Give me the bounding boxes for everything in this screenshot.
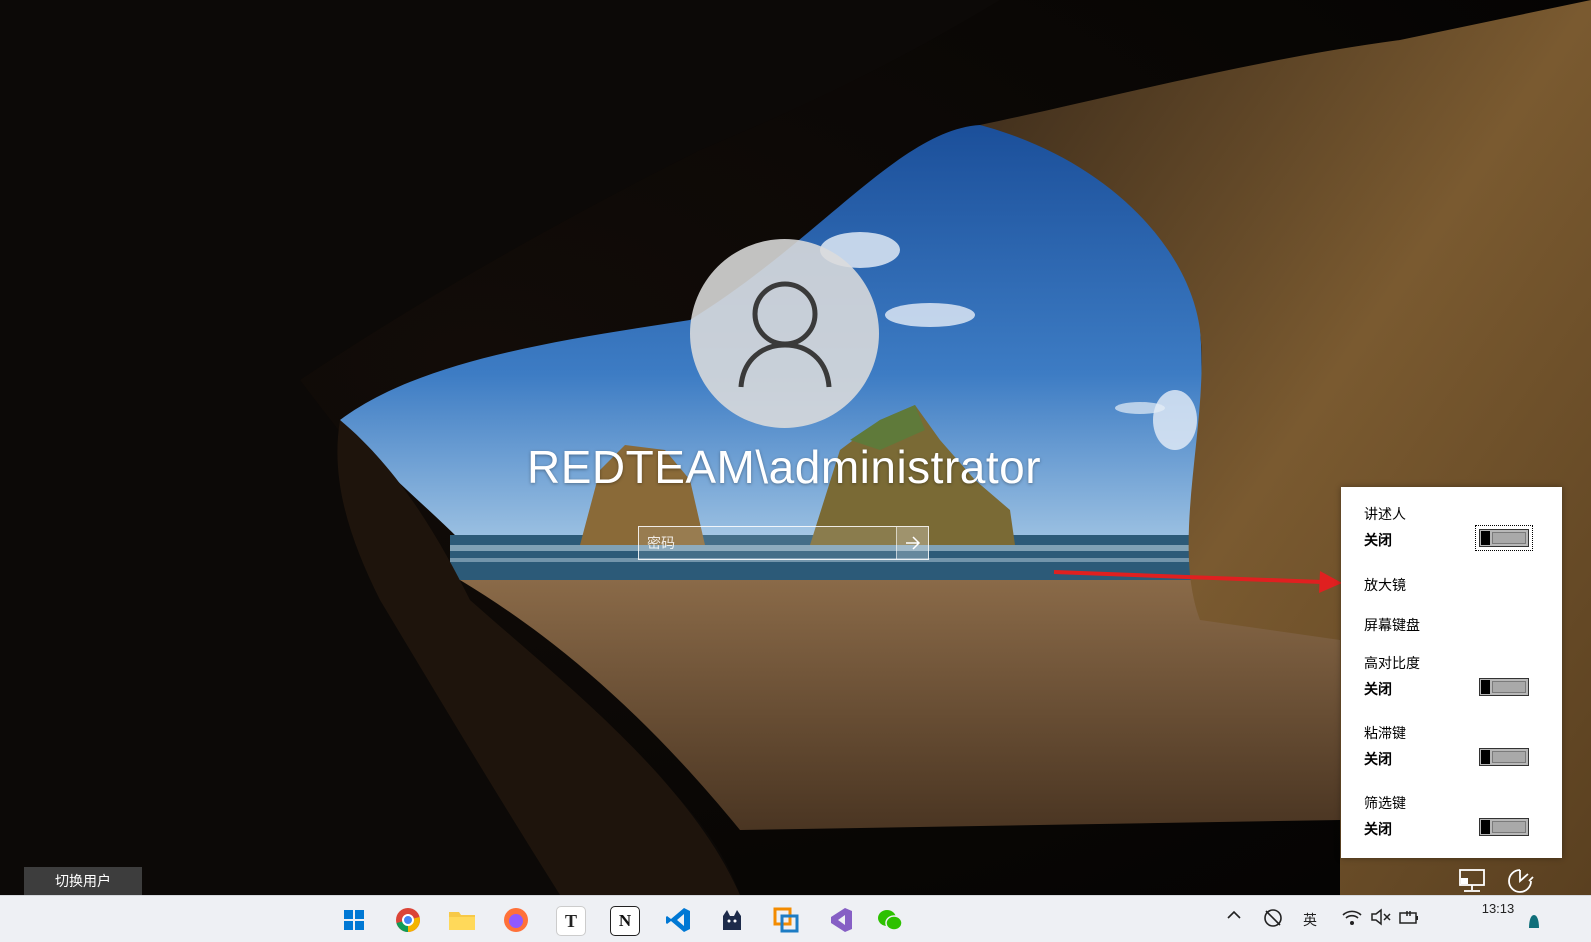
user-avatar: [690, 239, 879, 428]
high-contrast-label: 高对比度: [1364, 655, 1420, 671]
high-contrast-state: 关闭: [1364, 681, 1392, 697]
clock-time[interactable]: 13:13: [1478, 901, 1518, 916]
user-icon: [738, 281, 831, 387]
accessibility-flyout: 讲述人 关闭 放大镜 屏幕键盘 高对比度 关闭 粘滞键 关闭 筛选键 关闭: [1341, 487, 1562, 858]
narrator-toggle[interactable]: [1475, 525, 1533, 551]
notification-icon[interactable]: [1527, 912, 1541, 931]
sticky-keys-state: 关闭: [1364, 751, 1392, 767]
start-icon[interactable]: [340, 906, 368, 934]
switch-user-button[interactable]: 切换用户: [24, 867, 142, 895]
password-field-container: [638, 526, 929, 560]
ime-indicator[interactable]: 英: [1303, 910, 1317, 930]
chevron-up-icon[interactable]: [1226, 908, 1242, 925]
cat-app-icon[interactable]: [718, 906, 746, 934]
on-screen-keyboard-item[interactable]: 屏幕键盘: [1364, 615, 1420, 635]
arrow-right-icon: [905, 536, 920, 550]
narrator-state: 关闭: [1364, 532, 1392, 548]
accessibility-icon[interactable]: [1504, 866, 1536, 896]
network-icon[interactable]: [1457, 866, 1489, 896]
taskbar: T N 英 13:13: [0, 895, 1591, 942]
notion-icon[interactable]: N: [610, 906, 640, 936]
volume-muted-icon[interactable]: [1370, 908, 1392, 929]
high-contrast-toggle[interactable]: [1479, 678, 1529, 696]
filter-keys-state: 关闭: [1364, 821, 1392, 837]
wifi-icon[interactable]: [1341, 908, 1363, 929]
sync-status-icon[interactable]: [1262, 908, 1284, 931]
vmware-icon[interactable]: [772, 906, 800, 934]
submit-arrow-button[interactable]: [896, 527, 928, 559]
username-label: REDTEAM\administrator: [526, 441, 1042, 493]
battery-plugged-icon[interactable]: [1398, 908, 1420, 929]
chrome-icon[interactable]: [394, 906, 422, 934]
typora-icon[interactable]: T: [556, 906, 586, 936]
sticky-keys-label: 粘滞键: [1364, 725, 1406, 741]
wechat-icon[interactable]: [876, 906, 904, 934]
red-arrow-annotation: [1053, 570, 1342, 593]
narrator-label: 讲述人: [1364, 506, 1406, 522]
filter-keys-label: 筛选键: [1364, 795, 1406, 811]
password-input[interactable]: [639, 527, 896, 559]
filter-keys-toggle[interactable]: [1479, 818, 1529, 836]
vscode-icon[interactable]: [664, 906, 692, 934]
firefox-icon[interactable]: [502, 906, 530, 934]
file-explorer-icon[interactable]: [448, 906, 476, 934]
visual-studio-icon[interactable]: [826, 906, 854, 934]
magnifier-item[interactable]: 放大镜: [1364, 575, 1406, 595]
sticky-keys-toggle[interactable]: [1479, 748, 1529, 766]
